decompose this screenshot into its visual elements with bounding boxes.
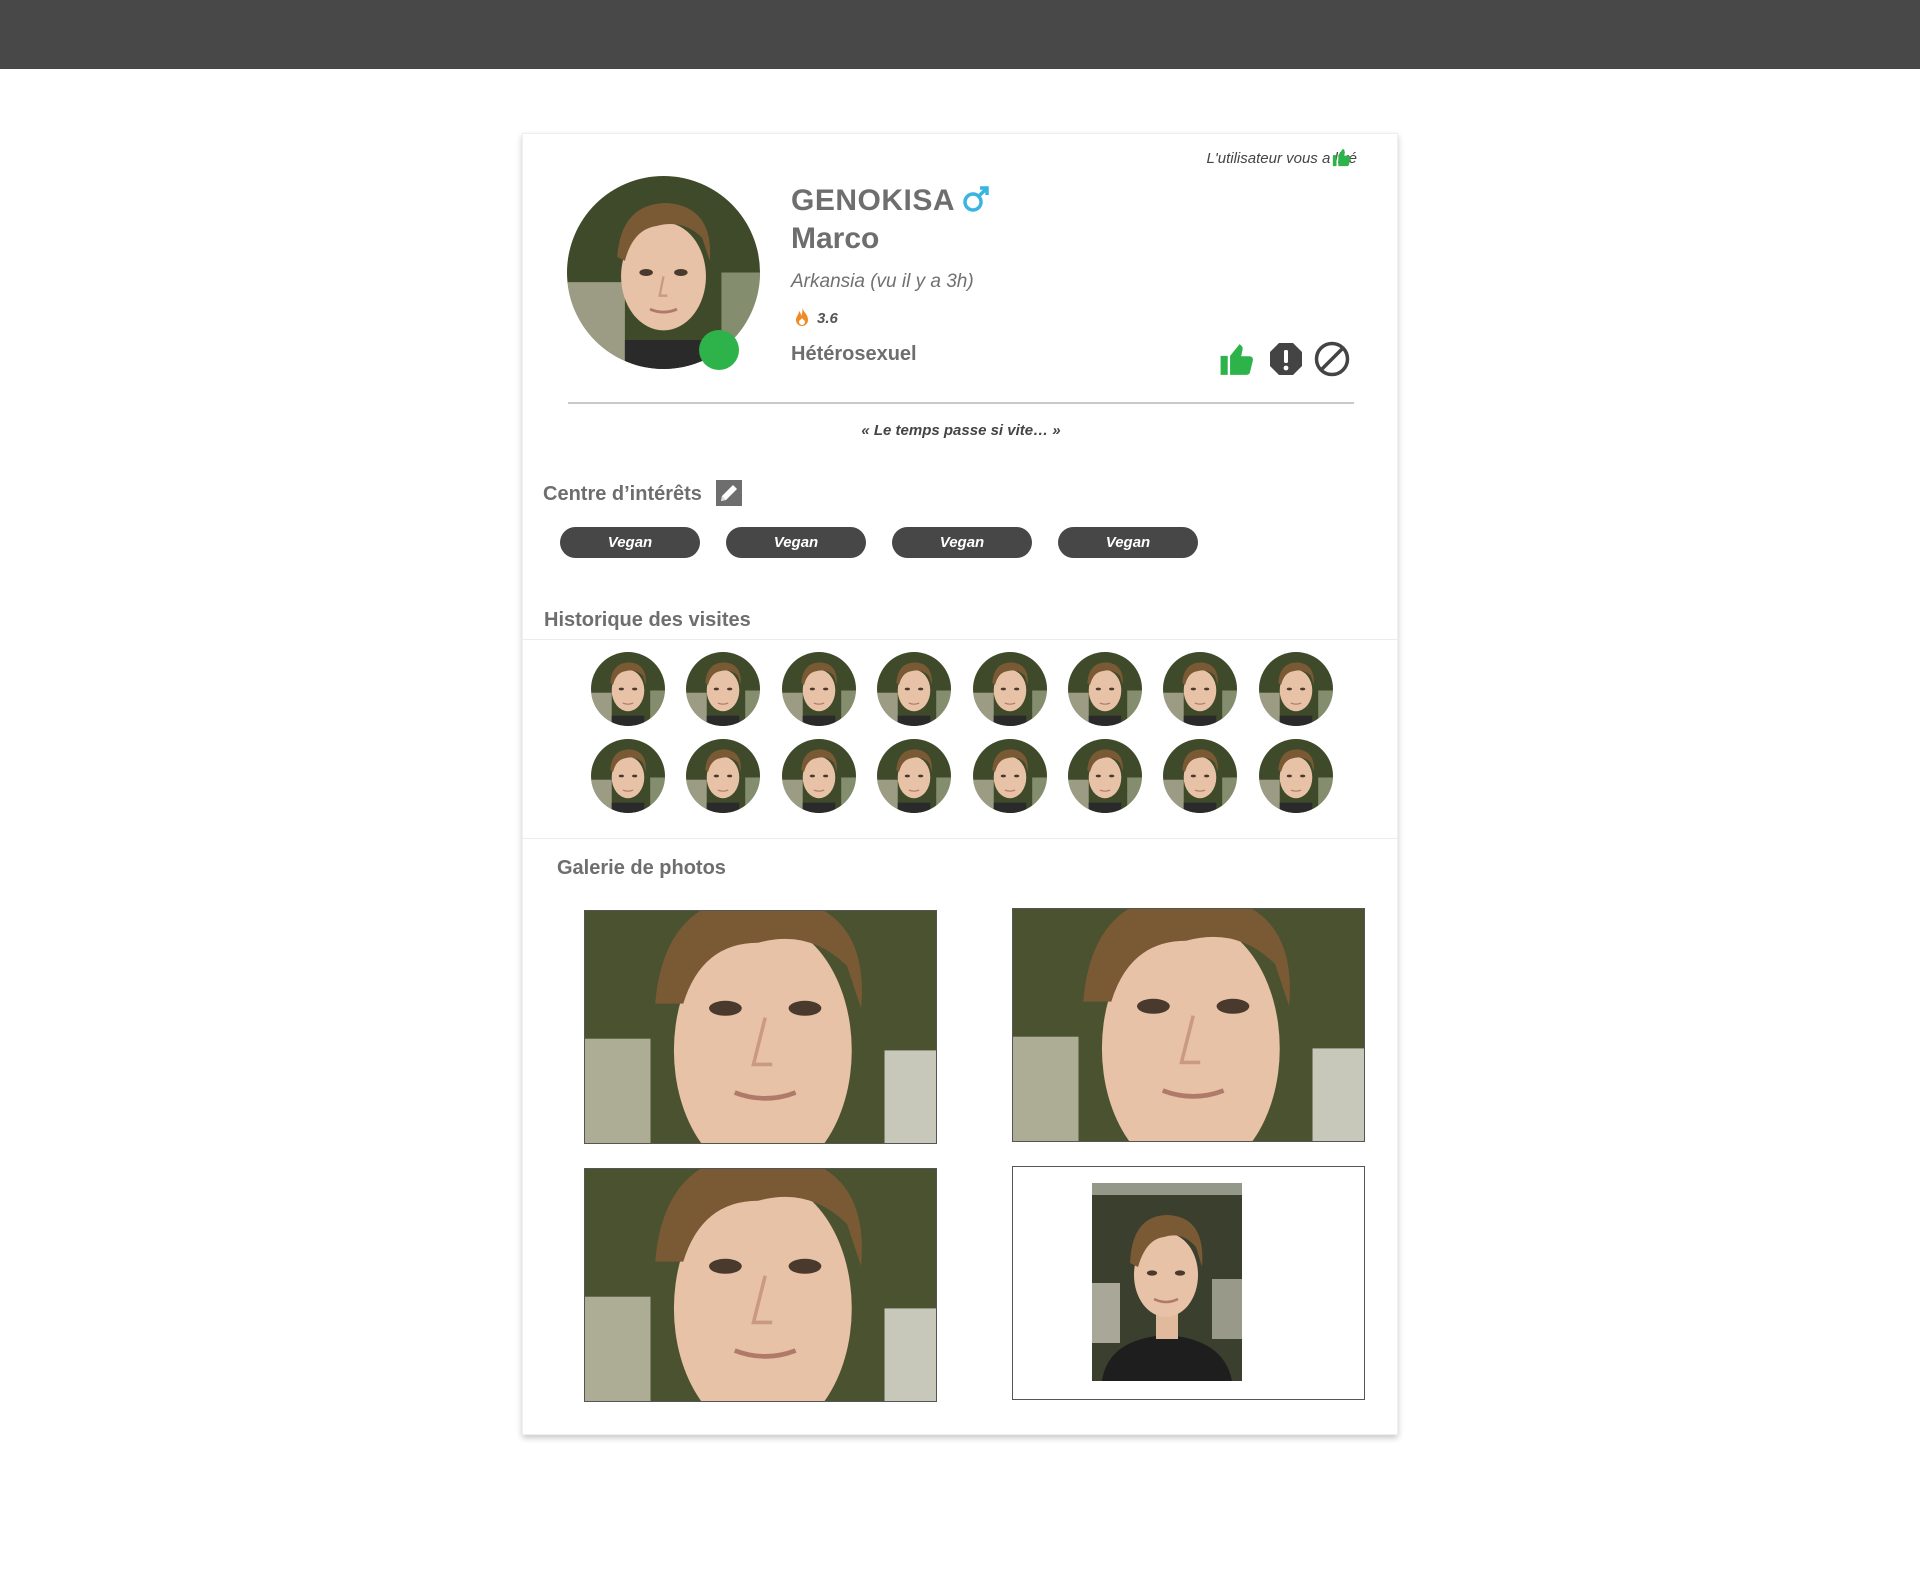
thumbs-up-icon [1331,146,1353,168]
gallery-photo[interactable] [584,910,937,1144]
pencil-icon[interactable] [716,480,742,506]
male-symbol-icon [961,184,991,214]
like-button[interactable] [1219,340,1257,378]
visitor-avatar[interactable] [877,739,952,813]
gallery-photo[interactable] [1012,1166,1365,1400]
visitor-avatar[interactable] [972,652,1047,726]
interests-title: Centre d’intérêts [543,483,702,505]
bio-quote: « Le temps passe si vite… » [861,422,1061,439]
report-button[interactable] [1267,340,1305,378]
profile-divider [568,402,1354,404]
visitor-avatar[interactable] [972,739,1047,813]
visitor-avatar[interactable] [781,739,856,813]
visitor-avatar[interactable] [1067,652,1142,726]
liked-you-note: L'utilisateur vous a liké [1206,150,1357,167]
visitor-avatar[interactable] [1067,739,1142,813]
block-button[interactable] [1313,340,1351,378]
interest-tag[interactable]: Vegan [560,527,700,558]
section-divider [523,838,1397,839]
visits-grid [591,652,1333,813]
username: GENOKISA [791,184,956,217]
orientation: Hétérosexuel [791,343,917,365]
flame-icon [793,306,811,328]
visitor-avatar[interactable] [591,739,665,813]
first-name: Marco [791,222,880,255]
visitor-avatar[interactable] [1258,739,1333,813]
visitor-avatar[interactable] [1258,652,1333,726]
visitor-avatar[interactable] [781,652,856,726]
online-status-indicator [699,330,739,370]
location-last-seen: Arkansia (vu il y a 3h) [791,271,974,292]
profile-card: L'utilisateur vous a liké GENOKISA Marco… [522,133,1398,1435]
visitor-avatar[interactable] [591,652,665,726]
section-divider [523,639,1397,640]
interest-tag[interactable]: Vegan [892,527,1032,558]
visitor-avatar[interactable] [686,652,761,726]
visitor-avatar[interactable] [686,739,761,813]
visits-title: Historique des visites [544,609,751,631]
popularity-score: 3.6 [817,310,838,327]
interest-tag[interactable]: Vegan [1058,527,1198,558]
gallery-title: Galerie de photos [557,857,726,879]
interest-tag[interactable]: Vegan [726,527,866,558]
gallery-photo[interactable] [584,1168,937,1402]
top-bar [0,0,1920,69]
portrait-photo [1092,1183,1242,1381]
visitor-avatar[interactable] [1163,739,1238,813]
visitor-avatar[interactable] [1163,652,1238,726]
gallery-photo[interactable] [1012,908,1365,1142]
visitor-avatar[interactable] [877,652,952,726]
